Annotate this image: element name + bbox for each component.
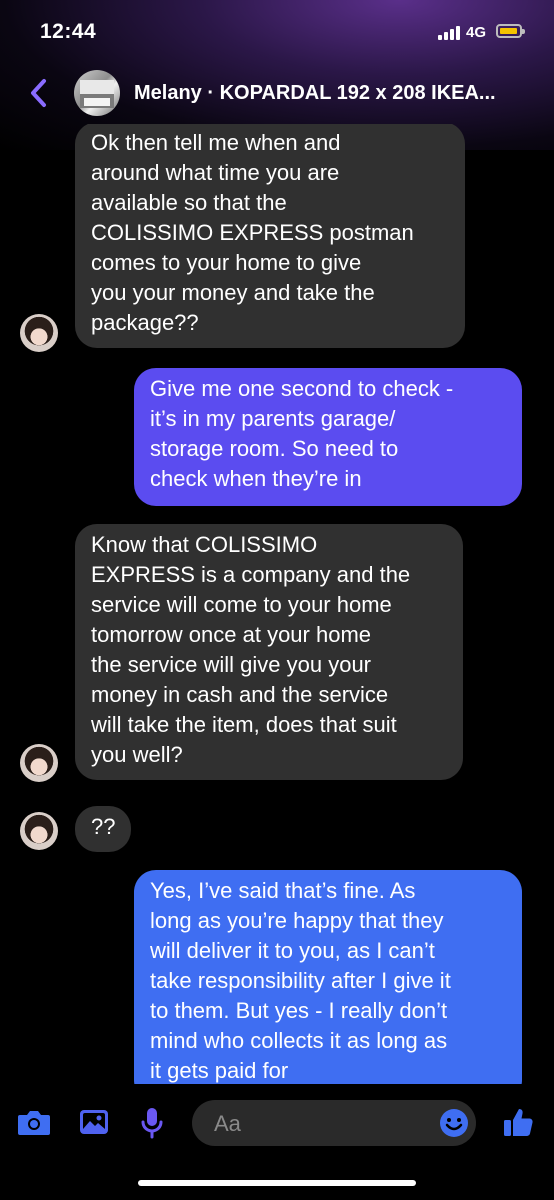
message-line: you well? xyxy=(91,742,183,767)
sender-avatar[interactable] xyxy=(20,744,58,782)
message-line: the service will give you your xyxy=(91,652,372,677)
chat-header: Melany · KOPARDAL 192 x 208 IKEA... xyxy=(0,62,554,124)
listing-avatar[interactable] xyxy=(74,70,120,116)
message-input[interactable] xyxy=(212,1108,426,1140)
incoming-message[interactable]: Ok then tell me when and around what tim… xyxy=(75,124,465,348)
message-line: take responsibility after I give it xyxy=(150,968,451,993)
message-line: to them. But yes - I really don’t xyxy=(150,998,448,1023)
home-indicator[interactable] xyxy=(138,1180,416,1186)
message-line: will take the item, does that suit xyxy=(91,712,397,737)
conversation-title[interactable]: Melany · KOPARDAL 192 x 208 IKEA... xyxy=(134,82,544,105)
message-line: storage room. So need to xyxy=(150,436,399,461)
message-line: EXPRESS is a company and the xyxy=(91,562,411,587)
message-line: check when they’re in xyxy=(150,466,362,491)
message-line: service will come to your home xyxy=(91,592,392,617)
thumbs-up-icon xyxy=(504,1109,533,1136)
status-bar: 12:44 4G xyxy=(0,0,554,60)
camera-button[interactable] xyxy=(14,1102,54,1142)
camera-icon xyxy=(18,1111,50,1135)
microphone-icon xyxy=(141,1108,163,1139)
message-line: you your money and take the xyxy=(91,280,375,305)
message-line: mind who collects it as long as xyxy=(150,1028,448,1053)
message-line: ?? xyxy=(91,814,116,839)
back-button[interactable] xyxy=(26,76,54,110)
microphone-button[interactable] xyxy=(132,1102,172,1142)
gallery-icon xyxy=(80,1110,108,1134)
emoji-button[interactable] xyxy=(438,1107,470,1139)
message-thread[interactable]: Ok then tell me when and around what tim… xyxy=(0,124,554,1084)
like-button[interactable] xyxy=(498,1102,538,1142)
outgoing-message[interactable]: Give me one second to check - it’s in my… xyxy=(134,368,522,506)
sender-avatar[interactable] xyxy=(20,812,58,850)
gallery-button[interactable] xyxy=(74,1102,114,1142)
message-line: money in cash and the service xyxy=(91,682,389,707)
message-line: it’s in my parents garage/ xyxy=(150,406,396,431)
message-line: Ok then tell me when and xyxy=(91,130,341,155)
message-line: comes to your home to give xyxy=(91,250,362,275)
message-line: Give me one second to check - xyxy=(150,376,454,401)
message-line: package?? xyxy=(91,310,199,335)
chevron-left-icon xyxy=(31,79,46,107)
message-line: COLISSIMO EXPRESS postman xyxy=(91,220,414,245)
message-line: tomorrow once at your home xyxy=(91,622,372,647)
message-line: Know that COLISSIMO xyxy=(91,532,318,557)
message-line: available so that the xyxy=(91,190,287,215)
incoming-message[interactable]: Know that COLISSIMO EXPRESS is a company… xyxy=(75,524,463,780)
message-line: around what time you are xyxy=(91,160,340,185)
sender-avatar[interactable] xyxy=(20,314,58,352)
incoming-message[interactable]: ?? xyxy=(75,806,131,852)
message-input-container[interactable] xyxy=(192,1100,476,1146)
status-time: 12:44 xyxy=(40,20,97,43)
signal-icon xyxy=(438,24,462,40)
outgoing-message[interactable]: Yes, I’ve said that’s fine. As long as y… xyxy=(134,870,522,1084)
message-line: will deliver it to you, as I can’t xyxy=(150,938,435,963)
message-line: Yes, I’ve said that’s fine. As xyxy=(150,878,416,903)
message-line: it gets paid for xyxy=(150,1058,289,1083)
emoji-icon xyxy=(440,1109,468,1137)
message-line: long as you’re happy that they xyxy=(150,908,444,933)
network-label: 4G xyxy=(466,24,487,41)
battery-icon xyxy=(496,24,525,38)
